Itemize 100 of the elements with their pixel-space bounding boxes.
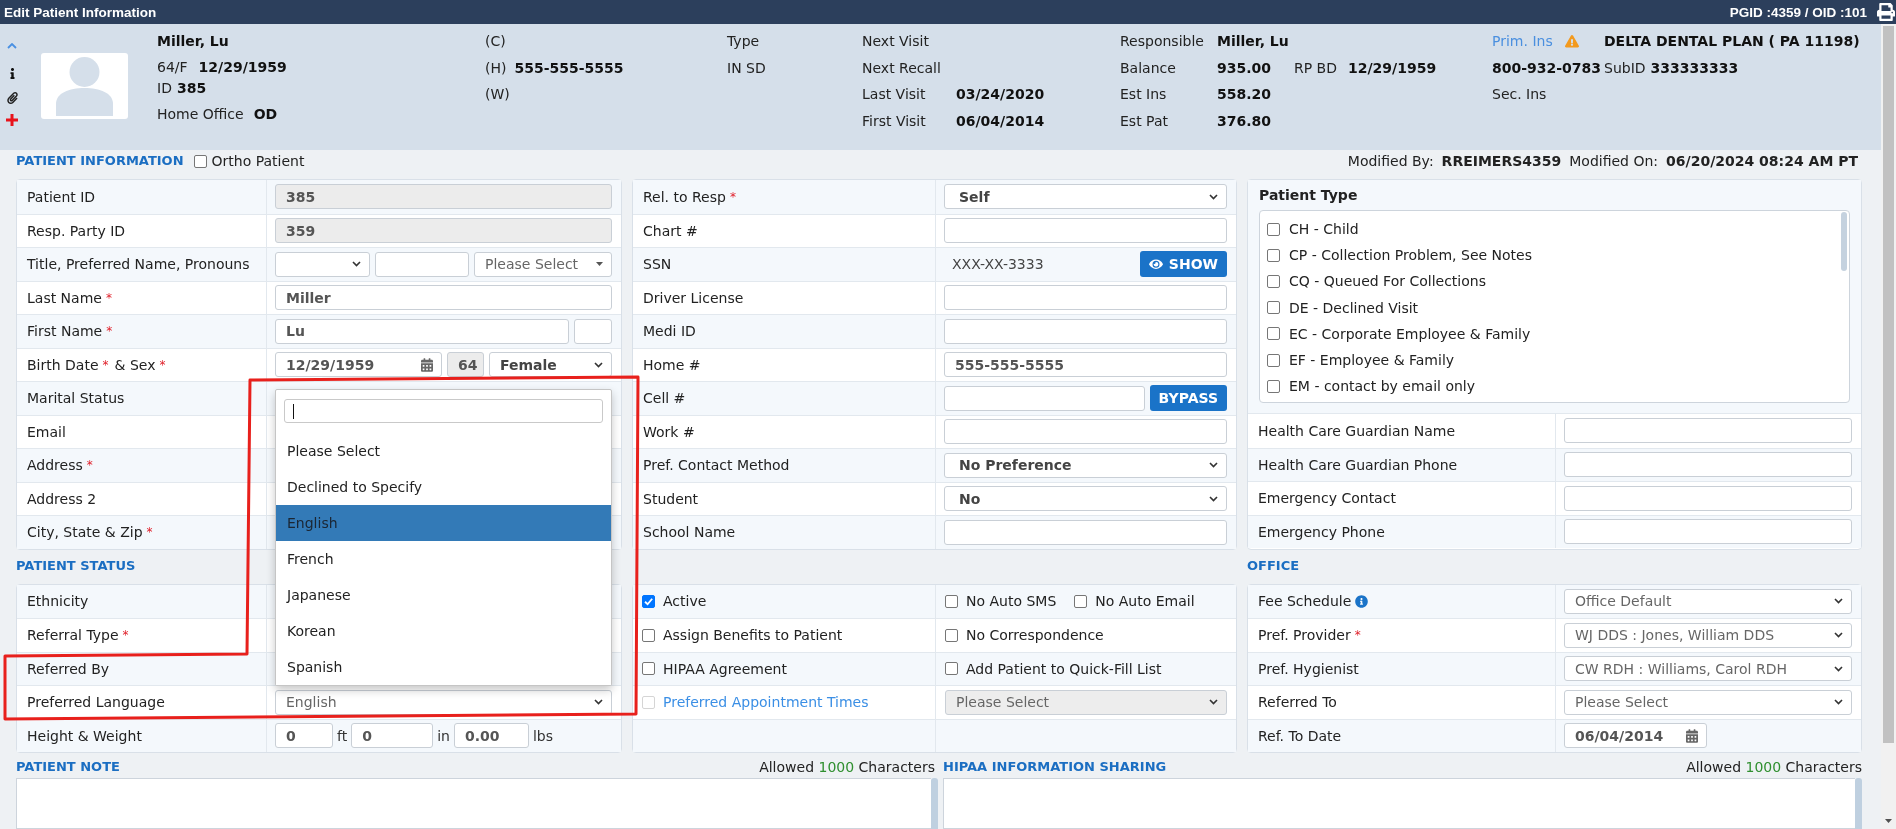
text-field[interactable]: [944, 318, 1227, 344]
chevron-down-icon: [594, 699, 603, 706]
checkbox[interactable]: [1074, 594, 1088, 608]
checkbox[interactable]: [1267, 248, 1280, 262]
text-field[interactable]: [944, 285, 1227, 311]
patient-name: Miller, Lu: [157, 33, 229, 49]
field-label: SubID: [1604, 59, 1646, 76]
field-label: Marital Status: [27, 390, 125, 407]
height-feet-field[interactable]: 0: [275, 723, 333, 749]
checkbox[interactable]: [642, 628, 655, 642]
scrollbar-thumb[interactable]: [931, 777, 938, 829]
height-inches-field[interactable]: 0: [351, 723, 434, 749]
text-field[interactable]: Miller: [275, 285, 612, 311]
text-field[interactable]: [1564, 485, 1852, 511]
date-field[interactable]: 12/29/1959: [275, 352, 442, 378]
select-field[interactable]: CW RDH : Williams, Carol RDH: [1564, 656, 1852, 682]
field-value: 935.00: [1217, 59, 1273, 76]
text-field[interactable]: [375, 251, 469, 277]
checkbox[interactable]: [642, 662, 655, 676]
field-label: First Visit: [862, 112, 927, 129]
scrollbar-thumb[interactable]: [1855, 777, 1862, 829]
select-field[interactable]: Office Default: [1564, 588, 1852, 614]
window-title: Edit Patient Information: [4, 4, 157, 20]
checkbox[interactable]: [642, 594, 655, 608]
info-icon[interactable]: [9, 68, 15, 79]
checkbox[interactable]: [1267, 353, 1280, 367]
text-cursor-icon: [293, 403, 294, 419]
bypass-button[interactable]: BYPASS: [1149, 385, 1227, 412]
dropdown-option[interactable]: Declined to Specify: [276, 469, 611, 505]
text-field[interactable]: [1564, 519, 1852, 545]
checkbox-label: No Auto Email: [1095, 593, 1195, 610]
dropdown-option[interactable]: French: [276, 541, 611, 577]
paperclip-icon[interactable]: [6, 92, 18, 104]
text-field[interactable]: [944, 419, 1227, 445]
search-field[interactable]: [284, 399, 603, 423]
checkbox[interactable]: [1267, 222, 1280, 236]
field-value: OD: [253, 106, 278, 122]
field-label: Sec. Ins: [1492, 86, 1547, 103]
checkbox[interactable]: [945, 628, 958, 642]
select-field[interactable]: No Preference: [944, 452, 1227, 478]
checkbox[interactable]: [945, 594, 958, 608]
calendar-icon[interactable]: [421, 357, 433, 372]
text-field[interactable]: [944, 519, 1227, 545]
field-value: 06/20/2024 08:24 AM PT: [1666, 153, 1858, 169]
select-field[interactable]: English: [275, 689, 612, 715]
checkbox[interactable]: [1267, 301, 1280, 315]
calendar-icon[interactable]: [1686, 728, 1698, 743]
age-field: 64: [447, 352, 484, 378]
checkbox[interactable]: [1267, 274, 1280, 288]
select-field[interactable]: WJ DDS : Jones, William DDS: [1564, 622, 1852, 648]
text-field[interactable]: [1564, 418, 1852, 444]
field-label: Referred To: [1258, 694, 1337, 711]
chevron-down-icon: [1209, 462, 1218, 469]
plus-icon[interactable]: [6, 114, 18, 126]
select-field[interactable]: Self: [944, 184, 1227, 210]
subscriber-id: 333333333: [1650, 59, 1739, 76]
field-label: Birth Date: [27, 356, 99, 373]
dropdown-option[interactable]: Spanish: [276, 649, 611, 685]
field-value: Miller, Lu: [1217, 33, 1289, 50]
field-label: Height & Weight: [27, 727, 142, 744]
text-field[interactable]: [1564, 452, 1852, 478]
field-label: Title, Preferred Name, Pronouns: [27, 256, 250, 273]
practice-ids: PGID :4359 / OID :101: [1729, 4, 1867, 20]
scrollbar-thumb[interactable]: [1883, 26, 1894, 743]
field-value: 06/04/2014: [956, 112, 1045, 129]
checkbox[interactable]: [193, 154, 207, 168]
text-field[interactable]: Lu: [275, 318, 569, 344]
pronouns-select[interactable]: Please Select: [474, 251, 612, 277]
select-field[interactable]: Please Select: [1564, 689, 1852, 715]
section-title: PATIENT NOTE: [16, 759, 120, 775]
checkbox[interactable]: [1267, 327, 1280, 341]
field-value: 03/24/2020: [956, 86, 1045, 103]
field-label: School Name: [643, 524, 736, 541]
chevron-down-icon: [1834, 699, 1843, 706]
print-icon[interactable]: [1877, 3, 1895, 21]
scrollbar-thumb[interactable]: [1841, 212, 1847, 271]
checkbox[interactable]: [945, 662, 958, 676]
text-field[interactable]: 555-555-5555: [944, 352, 1227, 378]
weight-field[interactable]: 0.00: [453, 723, 529, 749]
select-field: Please Select: [945, 689, 1227, 715]
chevron-up-icon[interactable]: [7, 43, 17, 49]
character-limit-note: Allowed 1000 Characters: [1686, 759, 1862, 775]
field-label: Ref. To Date: [1258, 727, 1342, 744]
field-label: Referral Type: [27, 627, 119, 644]
select-field[interactable]: No: [944, 486, 1227, 512]
dropdown-option[interactable]: Korean: [276, 613, 611, 649]
chevron-down-icon: [1834, 632, 1843, 639]
text-field[interactable]: [944, 218, 1227, 244]
sex-select[interactable]: Female: [489, 352, 612, 378]
dropdown-option[interactable]: Please Select: [276, 433, 611, 469]
unit-label: in: [437, 727, 450, 744]
text-field[interactable]: [574, 318, 612, 344]
checkbox[interactable]: [1267, 379, 1280, 393]
date-field[interactable]: 06/04/2014: [1564, 723, 1707, 749]
section-title: PATIENT STATUS: [16, 557, 136, 573]
show-button[interactable]: SHOW: [1139, 251, 1227, 278]
dropdown-option[interactable]: Japanese: [276, 577, 611, 613]
scroll-down-arrow-icon[interactable]: [1885, 819, 1892, 823]
text-field[interactable]: [944, 385, 1145, 411]
field-label: Modified By:: [1347, 153, 1434, 169]
